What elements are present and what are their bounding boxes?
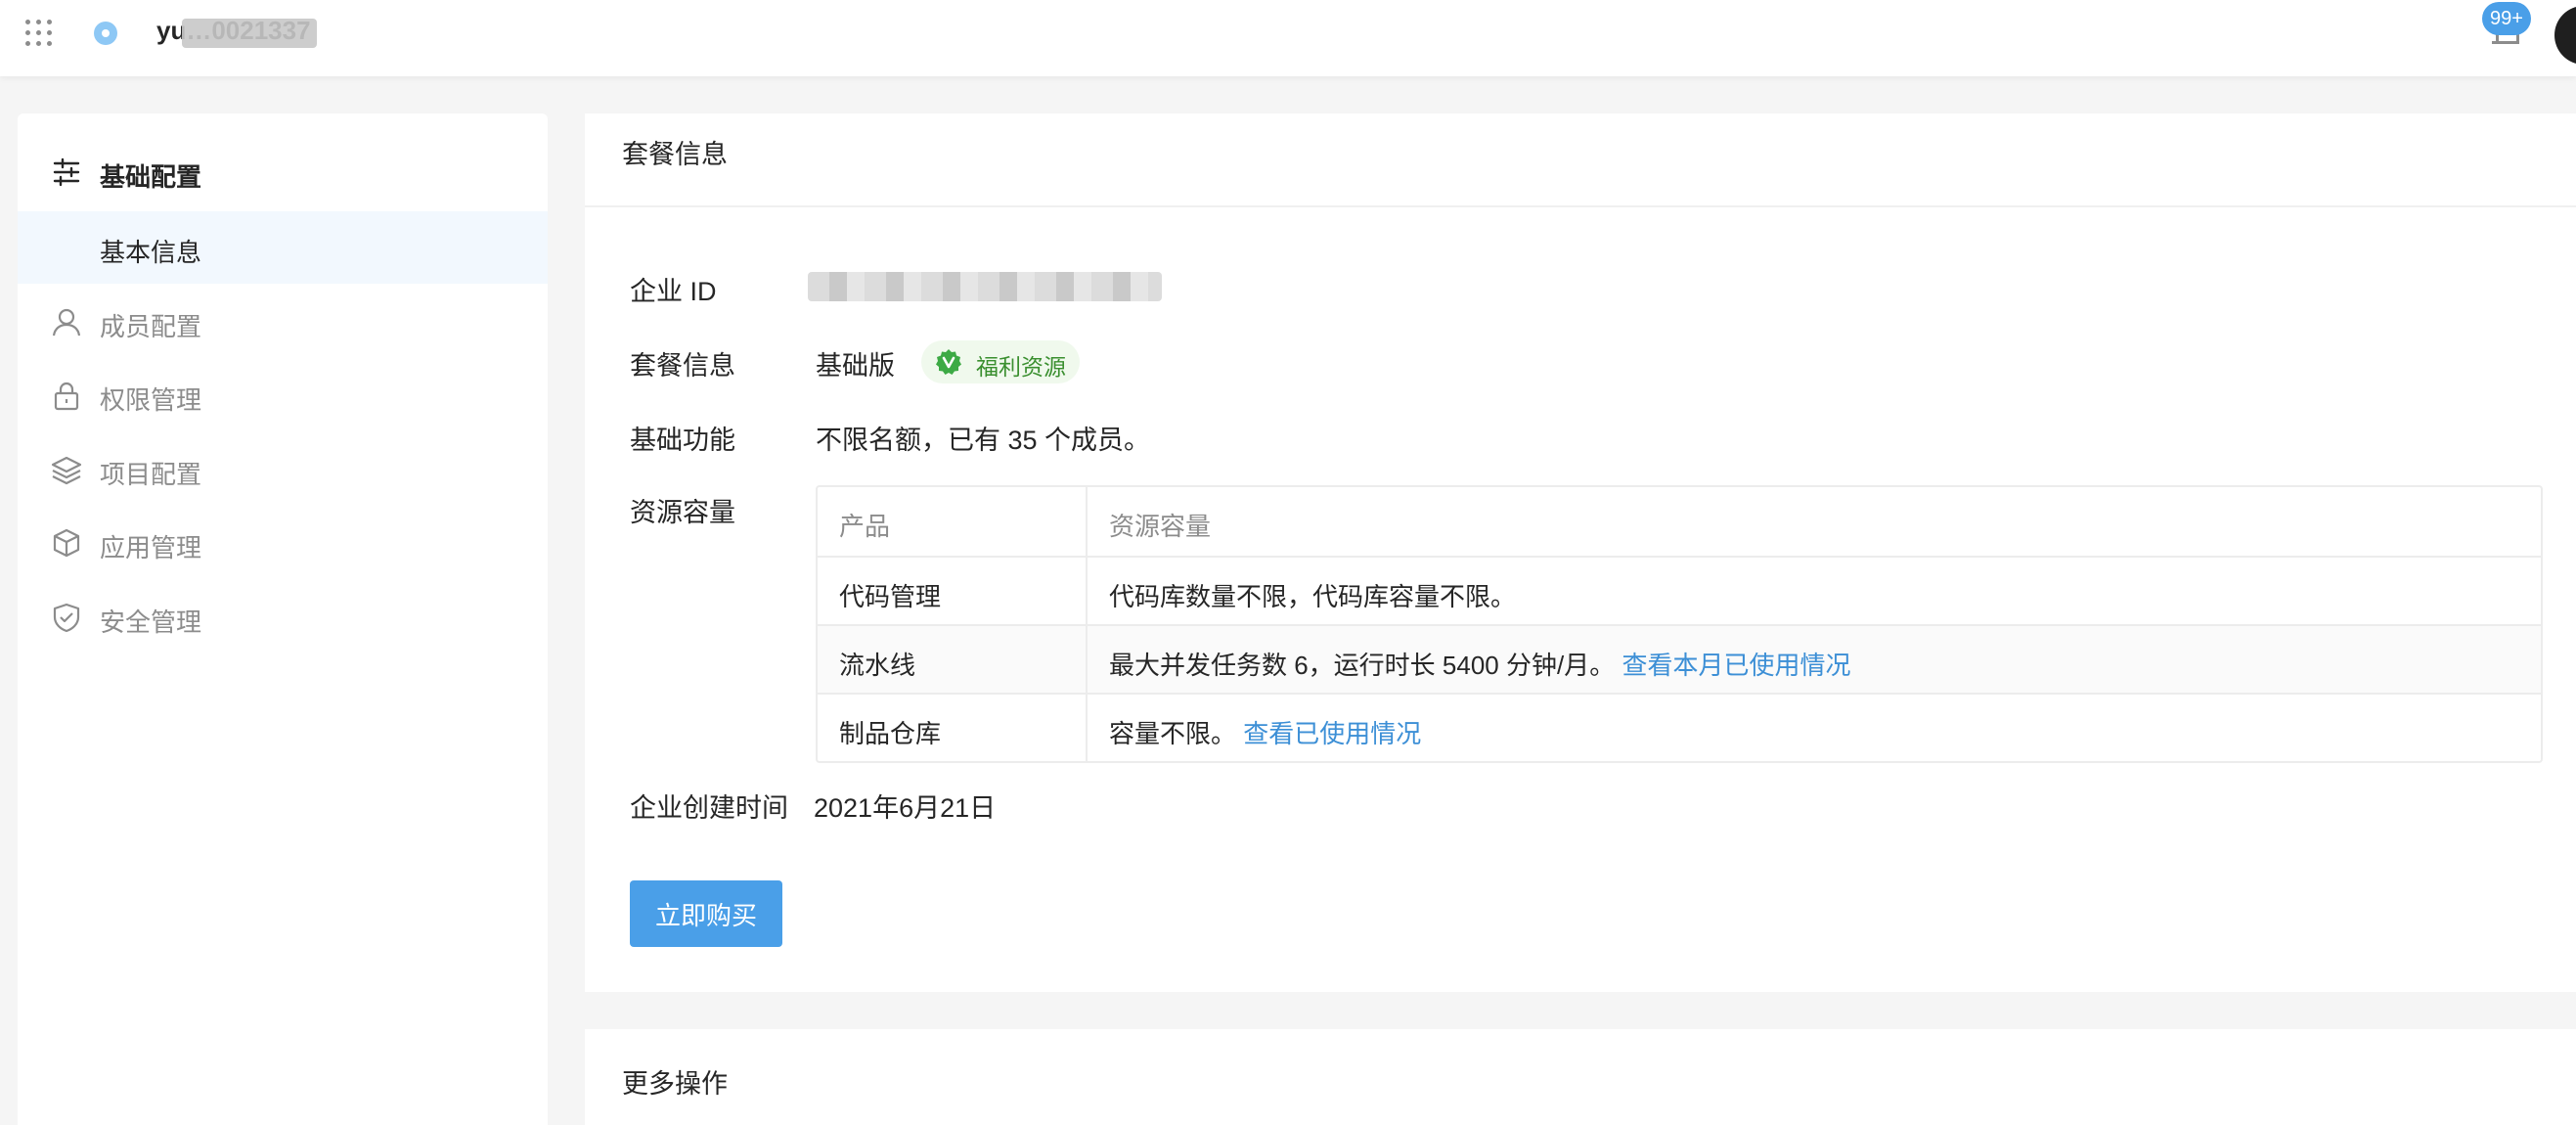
product-cell: 流水线 [839,651,916,680]
cube-icon [53,528,80,558]
table-row: 代码管理 代码库数量不限，代码库容量不限。 [818,556,2541,624]
notification-badge: 99+ [2482,2,2531,35]
card-title: 更多操作 [622,1069,728,1099]
plan-value: 基础版 [816,351,895,381]
product-cell: 制品仓库 [839,719,942,748]
shield-check-icon [53,603,80,633]
package-info-card: 套餐信息 企业 ID 套餐信息 基础版 福利资源 基础功能 不限名额，已有 35… [585,113,2576,992]
column-header-product: 产品 [839,512,891,541]
basic-feature-label: 基础功能 [630,426,735,455]
card-divider [585,205,2576,207]
sidebar-item-basic-info[interactable]: 基本信息 [18,211,548,284]
sidebar-item-apps[interactable]: 应用管理 [18,507,548,579]
org-name-redaction [182,19,317,48]
verified-badge-icon [936,349,961,375]
capacity-cell: 代码库数量不限，代码库容量不限。 [1109,582,1517,611]
plan-label: 套餐信息 [630,351,735,381]
buy-now-button[interactable]: 立即购买 [630,880,782,947]
capacity-cell: 容量不限。 查看已使用情况 [1109,714,1421,750]
settings-sliders-icon [53,158,80,187]
view-usage-link[interactable]: 查看已使用情况 [1243,719,1421,748]
capacity-text: 最大并发任务数 6，运行时长 5400 分钟/月。 [1109,651,1616,680]
created-time-label: 企业创建时间 [630,793,788,823]
capacity-cell: 最大并发任务数 6，运行时长 5400 分钟/月。 查看本月已使用情况 [1109,646,1850,682]
org-id-redacted-value [808,272,1162,301]
app-grid-icon[interactable] [23,18,55,49]
resource-table: 产品 资源容量 代码管理 代码库数量不限，代码库容量不限。 流水线 最大并发任务… [816,485,2543,763]
sidebar-item-members[interactable]: 成员配置 [18,286,548,358]
column-header-capacity: 资源容量 [1109,512,1212,541]
sidebar-group-title: 基础配置 [100,162,202,192]
lock-icon [54,382,79,411]
layers-icon [51,456,82,485]
basic-feature-value: 不限名额，已有 35 个成员。 [816,426,1151,455]
top-bar: yu…0021337 99+ [0,0,2576,76]
view-monthly-usage-link[interactable]: 查看本月已使用情况 [1621,651,1850,680]
org-logo-icon[interactable] [94,22,117,45]
sidebar-item-label: 安全管理 [100,608,202,637]
sidebar-item-label: 权限管理 [100,385,202,415]
card-title: 套餐信息 [622,140,728,169]
created-time-value: 2021年6月21日 [814,793,997,823]
table-header-row: 产品 资源容量 [818,487,2541,556]
product-cell: 代码管理 [839,582,942,611]
sidebar-item-security[interactable]: 安全管理 [18,581,548,653]
benefit-tag: 福利资源 [921,340,1080,383]
sidebar-item-permissions[interactable]: 权限管理 [18,359,548,431]
sidebar-item-label: 项目配置 [100,460,202,489]
org-id-label: 企业 ID [630,277,717,306]
sidebar-item-label: 基本信息 [100,238,202,267]
more-actions-card: 更多操作 [585,1029,2576,1125]
table-row: 制品仓库 容量不限。 查看已使用情况 [818,693,2541,761]
sidebar-item-label: 成员配置 [100,312,202,341]
sidebar-item-label: 应用管理 [100,533,202,562]
table-row: 流水线 最大并发任务数 6，运行时长 5400 分钟/月。 查看本月已使用情况 [818,624,2541,693]
benefit-tag-label: 福利资源 [976,354,1066,380]
resource-label: 资源容量 [630,498,735,527]
user-icon [52,308,81,337]
capacity-text: 容量不限。 [1109,719,1237,748]
sidebar-item-projects[interactable]: 项目配置 [18,433,548,506]
avatar[interactable] [2554,6,2576,65]
